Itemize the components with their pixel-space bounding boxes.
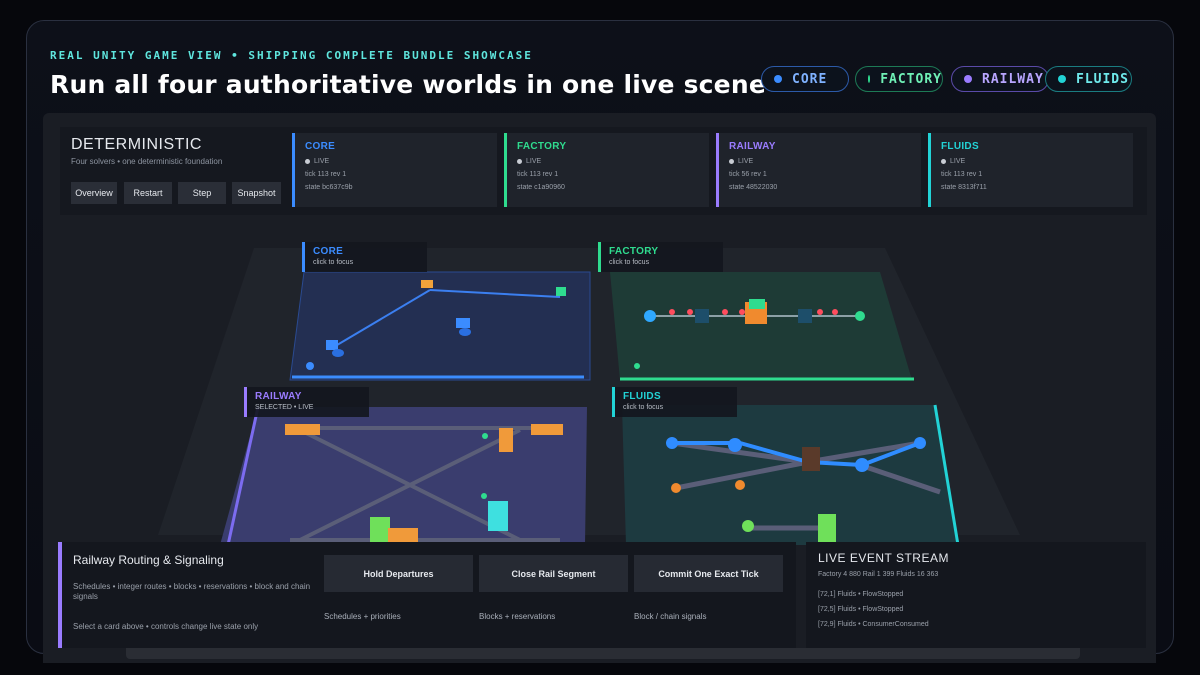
world-card-tick: tick 113 rev 1 [941,171,983,178]
world-card-tick: tick 113 rev 1 [517,171,559,178]
event-stream-counts: Factory 4 880 Rail 1 399 Fluids 16 363 [818,571,939,578]
hud-subtitle: Four solvers • one deterministic foundat… [71,157,223,166]
quadrant-sub: SELECTED • LIVE [255,404,314,411]
world-card-state: state c1a90960 [517,184,565,191]
restart-button[interactable]: Restart [124,182,172,204]
close-rail-segment-button[interactable]: Close Rail Segment [479,555,628,592]
world-card-status: LIVE [729,158,911,165]
quadrant-name: FLUIDS [623,391,661,402]
event-stream-title: LIVE EVENT STREAM [818,551,949,565]
hold-departures-button[interactable]: Hold Departures [324,555,473,592]
action-caption: Schedules + priorities [324,612,401,621]
chip-label: FLUIDS [1076,71,1129,87]
world-card-railway[interactable]: RAILWAY LIVE tick 56 rev 1 state 4852203… [716,133,921,207]
world-card-name: RAILWAY [729,141,776,152]
page-title: Run all four authoritative worlds in one… [50,70,766,99]
action-caption: Blocks + reservations [479,612,556,621]
factory-dot-icon [868,75,871,83]
railway-dot-icon [964,75,972,83]
world-card-tick: tick 113 rev 1 [305,171,347,178]
world-card-state: state 8313f711 [941,184,987,191]
panel-title: Railway Routing & Signaling [73,553,224,567]
kicker-text: REAL UNITY GAME VIEW • SHIPPING COMPLETE… [50,49,533,62]
world-card-name: FACTORY [517,141,567,152]
panel-hint: Select a card above • controls change li… [73,622,259,631]
chip-railway[interactable]: RAILWAY [951,66,1049,92]
railway-world[interactable] [220,406,587,546]
world-card-name: FLUIDS [941,141,979,152]
world-card-name: CORE [305,141,336,152]
quadrant-name: RAILWAY [255,391,302,402]
panel-description: Schedules • integer routes • blocks • re… [73,582,311,601]
snapshot-button[interactable]: Snapshot [232,182,281,204]
core-world[interactable] [289,271,591,381]
factory-world[interactable] [610,272,914,381]
commit-tick-button[interactable]: Commit One Exact Tick [634,555,783,592]
world-card-state: state bc637c9b [305,184,353,191]
chip-label: CORE [792,71,828,87]
action-caption: Block / chain signals [634,612,707,621]
step-button[interactable]: Step [178,182,226,204]
world-card-state: state 48522030 [729,184,778,191]
quadrant-label-core[interactable]: CORE click to focus [302,242,427,272]
chip-label: RAILWAY [982,71,1044,87]
world-card-tick: tick 56 rev 1 [729,171,767,178]
quadrant-sub: click to focus [609,259,650,266]
world-card-status: LIVE [305,158,487,165]
quadrant-label-factory[interactable]: FACTORY click to focus [598,242,723,272]
event-item: [72,1] Fluids • FlowStopped [818,591,904,598]
chip-factory[interactable]: FACTORY [855,66,943,92]
hud-title: DETERMINISTIC [71,136,202,153]
quadrant-sub: click to focus [313,259,354,266]
world-card-core[interactable]: CORE LIVE tick 113 rev 1 state bc637c9b [292,133,497,207]
world-card-status: LIVE [941,158,1123,165]
chip-label: FACTORY [880,71,942,87]
laptop-base [126,648,1080,659]
chip-fluids[interactable]: FLUIDS [1045,66,1132,92]
fluids-dot-icon [1058,75,1066,83]
fluids-world[interactable] [622,404,960,546]
core-dot-icon [774,75,782,83]
event-item: [72,5] Fluids • FlowStopped [818,606,904,613]
world-card-factory[interactable]: FACTORY LIVE tick 113 rev 1 state c1a909… [504,133,709,207]
event-item: [72,9] Fluids • ConsumerConsumed [818,621,929,628]
quadrant-name: FACTORY [609,246,659,257]
chip-core[interactable]: CORE [761,66,849,92]
overview-button[interactable]: Overview [71,182,117,204]
quadrant-sub: click to focus [623,404,664,411]
quadrant-label-railway[interactable]: RAILWAY SELECTED • LIVE [244,387,369,417]
quadrant-name: CORE [313,246,344,257]
world-card-fluids[interactable]: FLUIDS LIVE tick 113 rev 1 state 8313f71… [928,133,1133,207]
world-card-status: LIVE [517,158,699,165]
quadrant-label-fluids[interactable]: FLUIDS click to focus [612,387,737,417]
